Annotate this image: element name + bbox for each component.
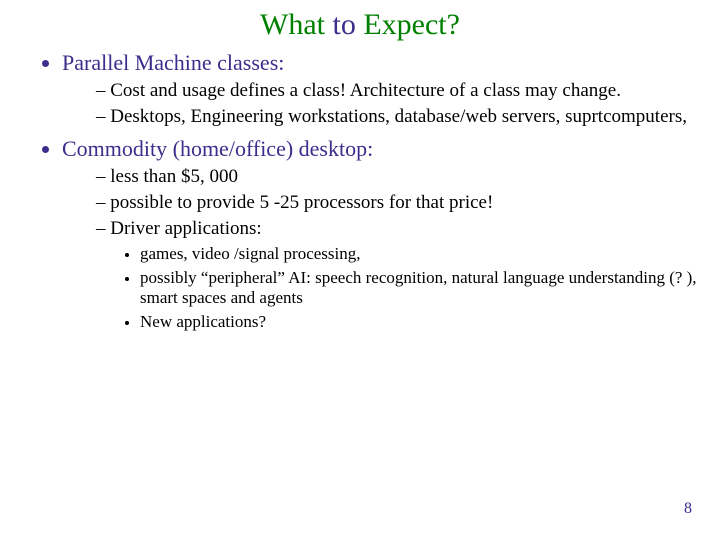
bullet-text: Commodity (home/office) desktop: [62,136,373,161]
bullet-text: Parallel Machine classes: [62,50,284,75]
bullet-sublist: Cost and usage defines a class! Architec… [62,80,700,128]
bullet-item: Commodity (home/office) desktop: less th… [62,136,700,332]
subbullet-text: Desktops, Engineering workstations, data… [110,106,687,127]
subsubbullet-text: New applications? [140,312,266,331]
subsubbullet-item: games, video /signal processing, [140,244,700,264]
subsubbullet-item: New applications? [140,312,700,332]
subbullet-text: Driver applications: [110,218,261,239]
subsubbullet-text: games, video /signal processing, [140,244,361,263]
bullet-sublist: less than $5, 000 possible to provide 5 … [62,166,700,332]
title-word-2: to [333,8,356,41]
subbullet-item: possible to provide 5 -25 processors for… [96,192,700,214]
subbullet-item: Desktops, Engineering workstations, data… [96,106,700,128]
title-word-3: Expect? [363,8,460,41]
subbullet-item: Driver applications: games, video /signa… [96,218,700,332]
subsubbullet-item: possibly “peripheral” AI: speech recogni… [140,268,700,308]
slide-title: What to Expect? [20,8,700,42]
bullet-item: Parallel Machine classes: Cost and usage… [62,50,700,128]
subbullet-item: Cost and usage defines a class! Architec… [96,80,700,102]
slide: What to Expect? Parallel Machine classes… [0,0,720,540]
bullet-list: Parallel Machine classes: Cost and usage… [20,50,700,332]
title-word-1: What [260,8,325,41]
bullet-subsublist: games, video /signal processing, possibl… [112,244,700,332]
page-number: 8 [684,500,692,518]
subbullet-text: possible to provide 5 -25 processors for… [110,192,493,213]
subbullet-item: less than $5, 000 [96,166,700,188]
subsubbullet-text: possibly “peripheral” AI: speech recogni… [140,268,697,307]
subbullet-text: less than $5, 000 [110,166,238,187]
subbullet-text: Cost and usage defines a class! Architec… [110,80,621,101]
